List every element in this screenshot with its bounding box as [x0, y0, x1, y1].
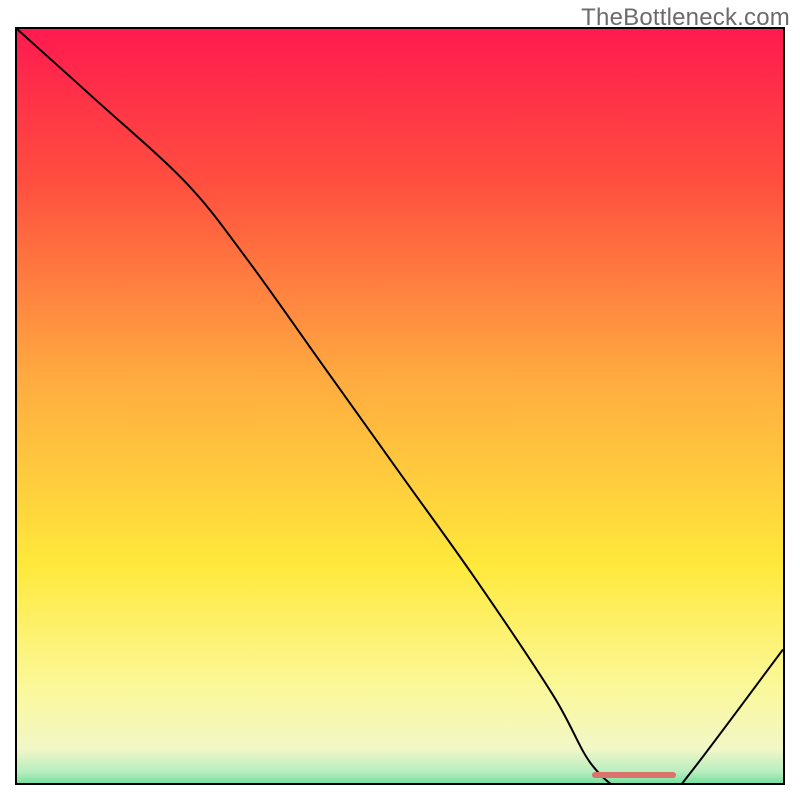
optimal-marker — [592, 772, 676, 778]
chart-curve — [17, 29, 783, 785]
chart-plot-area — [15, 27, 785, 785]
